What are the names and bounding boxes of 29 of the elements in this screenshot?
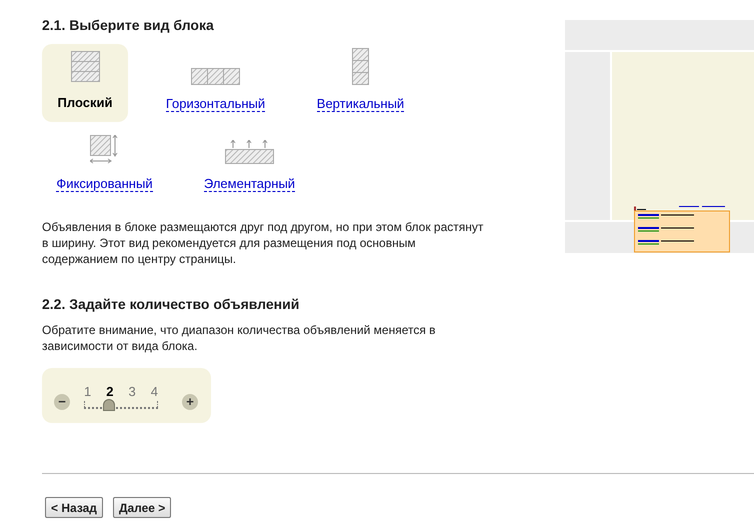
stacked-rows-icon — [70, 50, 100, 82]
side-by-side-cells-icon — [190, 68, 240, 85]
count-label[interactable]: 1 — [84, 382, 92, 402]
block-type-label: Плоский — [58, 94, 112, 112]
count-label[interactable]: 3 — [128, 382, 136, 402]
block-type-option[interactable]: Вертикальный — [303, 44, 418, 122]
block-type-option[interactable]: Элементарный — [192, 124, 307, 202]
block-type-label: Горизонтальный — [166, 96, 266, 112]
section-title: 2.2. Задайте количество объявлений — [42, 295, 300, 314]
slider-thumb[interactable] — [102, 399, 115, 412]
block-type-option[interactable]: Фиксированный — [47, 124, 162, 202]
count-label[interactable]: 2 — [106, 382, 114, 402]
plus-button[interactable]: + — [182, 394, 198, 410]
block-type-label: Фиксированный — [56, 176, 153, 192]
nav-button[interactable]: Далее > — [112, 497, 172, 518]
description-text: Объявления в блоке размещаются друг под другом, но при этом блок растянут в ширину. Этот вид рекомендуется для размещения под основным содержанием по центру страницы. — [42, 219, 484, 267]
expanding-block-icon — [224, 140, 274, 165]
count-label[interactable]: 4 — [150, 382, 158, 402]
block-type-option[interactable]: Плоский — [42, 44, 128, 122]
note-text: Обратите внимание, что диапазон количества объявлений меняется в зависимости от вида блока. — [42, 322, 437, 354]
stacked-cells-icon — [352, 48, 370, 85]
block-type-option[interactable]: Горизонтальный — [158, 44, 273, 122]
fixed-size-block-icon — [90, 135, 119, 165]
section-title: 2.1. Выберите вид блока — [42, 16, 215, 35]
block-type-label: Вертикальный — [316, 96, 404, 112]
minus-button[interactable]: − — [54, 394, 70, 410]
nav-button[interactable]: < Назад — [45, 497, 103, 518]
block-type-label: Элементарный — [204, 176, 296, 192]
slider-track[interactable] — [84, 401, 158, 410]
